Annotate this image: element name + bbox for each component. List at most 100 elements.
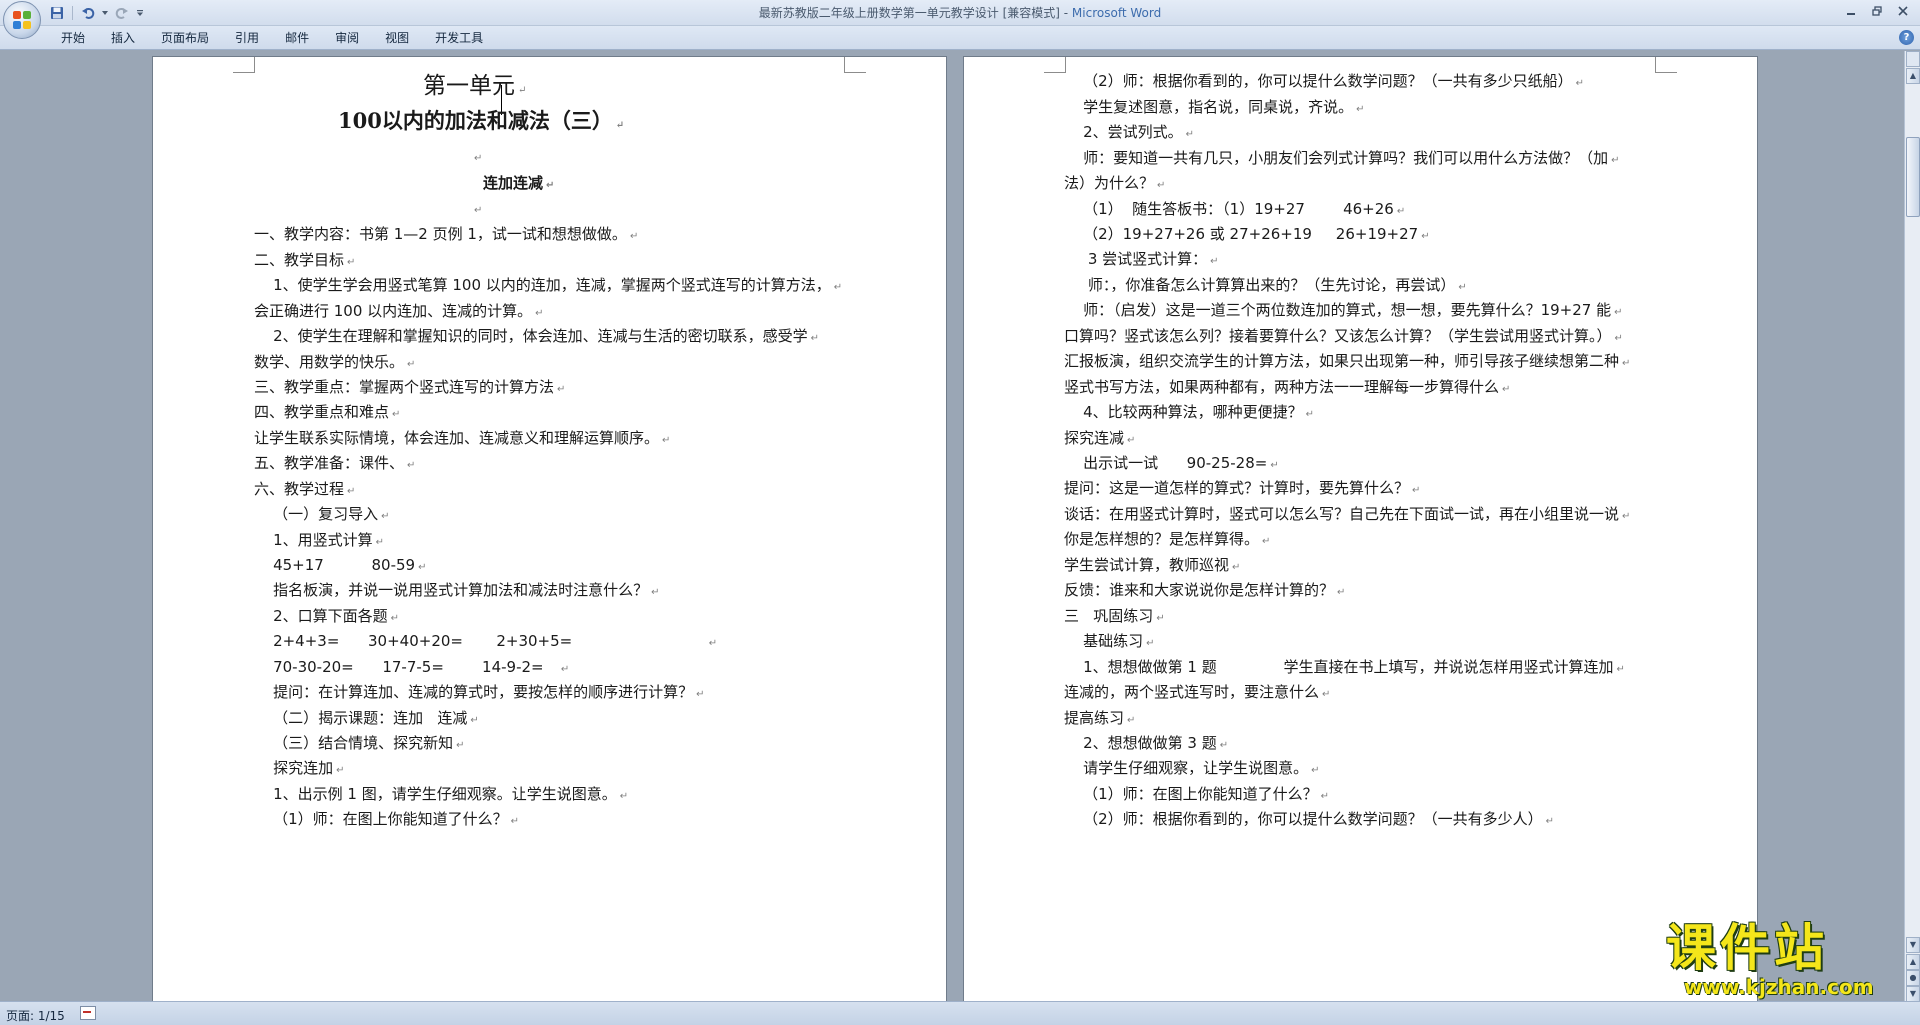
restore-icon — [1872, 6, 1882, 16]
app-name: Microsoft Word — [1071, 6, 1162, 20]
document-paragraph[interactable]: （2）师：根据你看到的，你可以提什么数学问题？（一共有多少人） — [1064, 809, 1554, 832]
document-paragraph[interactable]: 汇报板演，组织交流学生的计算方法，如果只出现第一种，师引导孩子继续想第二种 — [1064, 351, 1630, 374]
document-paragraph[interactable]: 五、教学准备：课件、 — [254, 453, 415, 476]
document-workspace[interactable]: 第一单元100以内的加法和减法（三） 连加连减一、教学内容：书第 1—2 页例 1… — [0, 51, 1904, 1001]
proofing-error-icon[interactable] — [80, 1006, 96, 1020]
document-paragraph[interactable]: （2）师：根据你看到的，你可以提什么数学问题？（一共有多少只纸船） — [1064, 71, 1584, 94]
next-page-button[interactable]: ▼ — [1906, 986, 1920, 1002]
document-paragraph[interactable]: 口算吗？竖式该怎么列？接着要算什么？又该怎么计算？（学生尝试用竖式计算。） — [1064, 326, 1623, 349]
tab-mailings[interactable]: 邮件 — [272, 26, 322, 50]
window-controls — [1838, 2, 1916, 20]
previous-page-button[interactable]: ▲ — [1906, 954, 1920, 970]
watermark-chinese: 课件站 — [1666, 919, 1828, 977]
tab-references[interactable]: 引用 — [222, 26, 272, 50]
document-paragraph[interactable]: 提高练习 — [1064, 708, 1135, 731]
document-paragraph[interactable]: 1、使学生学会用竖式笔算 100 以内的连加，连减，掌握两个竖式连写的计算方法， — [254, 275, 842, 298]
document-paragraph[interactable]: 3 尝试竖式计算： — [1064, 249, 1219, 272]
document-paragraph[interactable]: 70-30-20= 17-7-5= 14-9-2= — [254, 657, 569, 680]
document-paragraph[interactable]: （一）复习导入 — [254, 504, 389, 527]
close-button[interactable] — [1890, 2, 1916, 20]
document-paragraph[interactable]: （1）师：在图上你能知道了什么？ — [254, 809, 519, 832]
document-paragraph[interactable] — [471, 149, 482, 169]
title-bar: 最新苏教版二年级上册数学第一单元教学设计 [兼容模式] - Microsoft … — [0, 0, 1920, 26]
document-paragraph[interactable]: 基础练习 — [1064, 631, 1154, 654]
restore-button[interactable] — [1864, 2, 1890, 20]
document-page-2[interactable]: （2）师：根据你看到的，你可以提什么数学问题？（一共有多少只纸船） 学生复述图意… — [963, 56, 1758, 1001]
document-paragraph[interactable]: 2、使学生在理解和掌握知识的同时，体会连加、连减与生活的密切联系，感受学 — [254, 326, 819, 349]
document-paragraph[interactable]: 2+4+3= 30+40+20= 2+30+5= — [254, 631, 717, 654]
document-paragraph[interactable]: 2、口算下面各题 — [254, 606, 399, 629]
ribbon-tabs-bar: 开始 插入 页面布局 引用 邮件 审阅 视图 开发工具 ? — [0, 26, 1920, 50]
document-paragraph[interactable]: （三）结合情境、探究新知 — [254, 733, 464, 756]
tab-home[interactable]: 开始 — [48, 26, 98, 50]
document-paragraph[interactable]: 六、教学过程 — [254, 479, 355, 502]
scroll-thumb[interactable] — [1906, 137, 1920, 217]
document-paragraph[interactable]: 45+17 80-59 — [254, 555, 426, 578]
document-paragraph[interactable]: （1）师：在图上你能知道了什么？ — [1064, 784, 1329, 807]
document-paragraph[interactable]: 师：要知道一共有几只，小朋友们会列式计算吗？我们可以用什么方法做？（加 — [1064, 148, 1619, 171]
tab-developer[interactable]: 开发工具 — [422, 26, 496, 50]
document-paragraph[interactable]: 反馈：谁来和大家说说你是怎样计算的？ — [1064, 580, 1345, 603]
document-paragraph[interactable] — [471, 201, 482, 221]
document-paragraph[interactable]: （2）19+27+26 或 27+26+19 26+19+27 — [1064, 224, 1430, 247]
document-page-1[interactable]: 第一单元100以内的加法和减法（三） 连加连减一、教学内容：书第 1—2 页例 1… — [152, 56, 947, 1001]
document-paragraph[interactable]: 会正确进行 100 以内连加、连减的计算。 — [254, 301, 544, 324]
document-paragraph[interactable]: 竖式书写方法，如果两种都有，两种方法一一理解每一步算得什么 — [1064, 377, 1510, 400]
crop-mark — [844, 57, 866, 73]
tab-view[interactable]: 视图 — [372, 26, 422, 50]
tab-page-layout[interactable]: 页面布局 — [148, 26, 222, 50]
document-paragraph[interactable]: 提问：这是一道怎样的算式？计算时，要先算什么？ — [1064, 478, 1420, 501]
status-bar: 页面: 1/15 — [0, 1001, 1920, 1025]
document-paragraph[interactable]: 提问：在计算连加、连减的算式时，要按怎样的顺序进行计算？ — [254, 682, 704, 705]
document-title: 最新苏教版二年级上册数学第一单元教学设计 [兼容模式] - Microsoft … — [0, 4, 1920, 21]
tab-insert[interactable]: 插入 — [98, 26, 148, 50]
document-paragraph[interactable]: 2、想想做做第 3 题 — [1064, 733, 1228, 756]
document-paragraph[interactable]: 探究连加 — [254, 758, 344, 781]
document-paragraph[interactable]: 1、用竖式计算 — [254, 530, 384, 553]
document-paragraph[interactable]: 请学生仔细观察，让学生说图意。 — [1064, 758, 1319, 781]
document-paragraph[interactable]: 连减的，两个竖式连写时，要注意什么 — [1064, 682, 1330, 705]
document-paragraph[interactable]: 法）为什么？ — [1064, 173, 1165, 196]
document-paragraph[interactable]: 100以内的加法和减法（三） — [338, 107, 624, 140]
document-paragraph[interactable]: 连加连减 — [483, 173, 554, 196]
document-paragraph[interactable]: 学生尝试计算，教师巡视 — [1064, 555, 1240, 578]
watermark-url: www.kjzhan.com — [1684, 975, 1874, 999]
crop-mark — [1044, 57, 1066, 73]
document-paragraph[interactable]: 出示试一试 90-25-28= — [1064, 453, 1279, 476]
browse-object-button[interactable]: ● — [1906, 970, 1920, 986]
scroll-up-button[interactable]: ▲ — [1906, 68, 1920, 84]
view-ruler-button[interactable] — [1906, 51, 1920, 67]
document-paragraph[interactable]: 让学生联系实际情境，体会连加、连减意义和理解运算顺序。 — [254, 428, 670, 451]
document-paragraph[interactable]: 一、教学内容：书第 1—2 页例 1，试一试和想想做做。 — [254, 224, 638, 247]
minimize-icon — [1847, 13, 1855, 15]
document-paragraph[interactable]: 指名板演，并说一说用竖式计算加法和减法时注意什么？ — [254, 580, 659, 603]
document-paragraph[interactable]: 师：（启发）这是一道三个两位数连加的算式，想一想，要先算什么？19+27 能 — [1064, 300, 1622, 323]
document-paragraph[interactable]: 2、尝试列式。 — [1064, 122, 1194, 145]
document-paragraph[interactable]: 四、教学重点和难点 — [254, 402, 400, 425]
document-paragraph[interactable]: 谈话：在用竖式计算时，竖式可以怎么写？自己先在下面试一试，再在小组里说一说 — [1064, 504, 1630, 527]
help-icon[interactable]: ? — [1899, 30, 1914, 45]
watermark: 课件站 www.kjzhan.com — [1666, 920, 1902, 1000]
document-paragraph[interactable]: 第一单元 — [423, 71, 526, 106]
document-paragraph[interactable]: 三、教学重点：掌握两个竖式连写的计算方法 — [254, 377, 565, 400]
document-paragraph[interactable]: 二、教学目标 — [254, 250, 355, 273]
document-paragraph[interactable]: 三 巩固练习 — [1064, 606, 1165, 629]
office-logo-icon — [13, 11, 31, 29]
tab-review[interactable]: 审阅 — [322, 26, 372, 50]
scroll-down-button[interactable]: ▼ — [1906, 937, 1920, 953]
document-paragraph[interactable]: （二）揭示课题：连加 连减 — [254, 708, 479, 731]
page-count-status[interactable]: 页面: 1/15 — [6, 1007, 65, 1024]
minimize-button[interactable] — [1838, 2, 1864, 20]
document-paragraph[interactable]: 1、出示例 1 图，请学生仔细观察。让学生说图意。 — [254, 784, 628, 807]
office-button[interactable] — [3, 1, 41, 39]
document-paragraph[interactable]: 学生复述图意，指名说，同桌说，齐说。 — [1064, 97, 1364, 120]
document-paragraph[interactable]: 探究连减 — [1064, 428, 1135, 451]
document-title-text: 最新苏教版二年级上册数学第一单元教学设计 [兼容模式] - — [758, 6, 1072, 20]
document-paragraph[interactable]: 数学、用数学的快乐。 — [254, 352, 415, 375]
document-paragraph[interactable]: （1） 随生答板书：（1）19+27 46+26 — [1064, 199, 1405, 222]
document-paragraph[interactable]: 1、想想做做第 1 题 学生直接在书上填写，并说说怎样用竖式计算连加 — [1064, 657, 1625, 680]
vertical-scrollbar[interactable]: ▲ ▼ ▲ ● ▼ — [1904, 51, 1920, 1002]
document-paragraph[interactable]: 4、比较两种算法，哪种更便捷？ — [1064, 402, 1314, 425]
document-paragraph[interactable]: 师：，你准备怎么计算算出来的？（生先讨论，再尝试） — [1064, 275, 1467, 298]
document-paragraph[interactable]: 你是怎样想的？是怎样算得。 — [1064, 529, 1270, 552]
